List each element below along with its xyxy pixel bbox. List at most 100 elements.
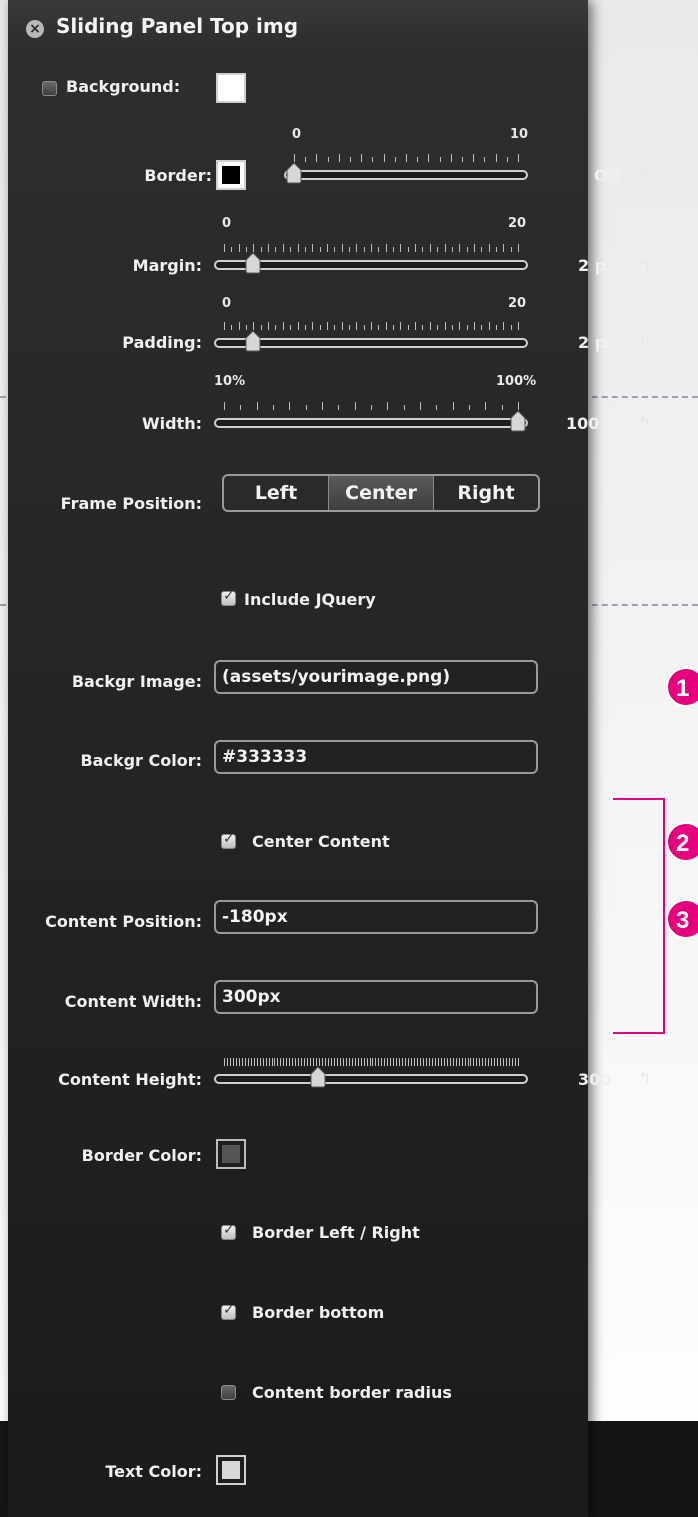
slider-tick — [253, 1058, 255, 1066]
content-border-radius-checkbox[interactable] — [221, 1385, 236, 1400]
background-checkbox[interactable] — [42, 81, 57, 96]
slider-tick — [336, 1058, 338, 1066]
sliding-panel-inspector: × Sliding Panel Top img Background: 0 10… — [8, 0, 651, 1517]
padding-min-label: 0 — [222, 296, 232, 311]
slider-tick — [500, 1058, 502, 1066]
border-slider[interactable] — [284, 154, 528, 184]
slider-tick — [250, 1058, 252, 1066]
slider-tick — [495, 325, 497, 330]
slider-tick — [479, 1058, 481, 1066]
frame-position-right[interactable]: Right — [434, 476, 538, 510]
center-content-checkbox[interactable]: ✓ — [221, 831, 236, 849]
callout-marker-1: 1 — [666, 667, 698, 707]
border-color-swatch[interactable] — [216, 160, 246, 190]
content-position-field[interactable]: -180px — [214, 900, 538, 934]
close-icon[interactable]: × — [26, 20, 44, 38]
frame-position-segmented-control[interactable]: Left Center Right — [222, 474, 540, 512]
slider-tick — [286, 1058, 288, 1066]
slider-tick — [372, 157, 374, 162]
frame-position-center[interactable]: Center — [329, 476, 434, 510]
slider-tick — [345, 1058, 347, 1066]
slider-tick — [515, 1058, 517, 1066]
slider-track[interactable] — [214, 418, 528, 428]
border-color-swatch[interactable] — [216, 1139, 246, 1169]
margin-label: Margin: — [132, 256, 202, 275]
slider-track[interactable] — [214, 1074, 528, 1084]
text-color-swatch[interactable] — [216, 1455, 246, 1485]
slider-tick — [307, 1058, 309, 1066]
border-color-label: Border Color: — [81, 1146, 202, 1165]
slider-tick — [356, 322, 358, 330]
slider-tick — [495, 154, 497, 162]
backgr-color-field[interactable]: #333333 — [214, 740, 538, 774]
slider-tick — [231, 247, 233, 252]
slider-tick — [501, 405, 503, 410]
margin-slider[interactable] — [214, 244, 528, 274]
slider-tick — [357, 1058, 359, 1066]
slider-tick — [509, 1058, 511, 1066]
slider-tick — [290, 247, 292, 252]
slider-tick — [341, 322, 343, 330]
slider-knob[interactable] — [285, 162, 303, 184]
slider-tick — [422, 325, 424, 330]
slider-tick — [440, 1058, 442, 1066]
width-slider[interactable] — [214, 402, 528, 432]
callout-marker-3: 3 — [666, 899, 698, 939]
slider-tick — [274, 1058, 276, 1066]
backgr-image-label: Backgr Image: — [71, 672, 202, 691]
slider-tick — [330, 1058, 332, 1066]
slider-knob[interactable] — [244, 330, 262, 352]
margin-reset-icon[interactable]: ↰ — [638, 254, 651, 273]
slider-tick — [262, 1058, 264, 1066]
slider-tick — [518, 244, 519, 252]
slider-tick — [473, 322, 475, 330]
border-left-right-checkbox[interactable]: ✓ — [221, 1222, 236, 1240]
width-reset-icon[interactable]: ↰ — [638, 412, 651, 431]
slider-tick — [446, 1058, 448, 1066]
slider-knob[interactable] — [509, 410, 527, 432]
slider-tick — [408, 1058, 410, 1066]
panel-titlebar[interactable]: × Sliding Panel Top img — [8, 0, 588, 56]
content-border-radius-label: Content border radius — [252, 1383, 452, 1402]
slider-tick — [462, 157, 463, 162]
slider-tick — [512, 1058, 514, 1066]
include-jquery-checkbox[interactable]: ✓ — [221, 588, 236, 606]
slider-tick — [518, 322, 519, 330]
slider-tick — [488, 322, 490, 330]
slider-knob[interactable] — [309, 1066, 327, 1088]
border-bottom-checkbox[interactable]: ✓ — [221, 1302, 236, 1320]
border-reset-icon[interactable]: ↰ — [638, 164, 651, 183]
frame-position-left[interactable]: Left — [224, 476, 329, 510]
slider-tick — [470, 1058, 472, 1066]
slider-tick — [417, 1058, 419, 1066]
content-height-slider[interactable] — [214, 1058, 528, 1088]
slider-ticks — [224, 244, 519, 252]
slider-tick — [247, 1058, 249, 1066]
slider-ticks — [224, 322, 519, 330]
background-color-swatch[interactable] — [216, 73, 246, 103]
slider-tick — [268, 1058, 270, 1066]
slider-track[interactable] — [284, 170, 528, 180]
padding-reset-icon[interactable]: ↰ — [638, 332, 651, 351]
slider-tick — [518, 1058, 519, 1066]
slider-tick — [393, 1058, 395, 1066]
slider-tick — [224, 244, 225, 252]
slider-tick — [393, 247, 395, 252]
slider-tick — [378, 1058, 380, 1066]
slider-tick — [417, 157, 419, 162]
slider-tick — [437, 1058, 439, 1066]
backgr-image-field[interactable]: (assets/yourimage.png) — [214, 660, 538, 694]
content-width-field[interactable]: 300px — [214, 980, 538, 1014]
slider-tick — [265, 1058, 267, 1066]
slider-tick — [348, 1058, 350, 1066]
slider-tick — [294, 154, 295, 162]
slider-tick — [439, 157, 441, 162]
slider-tick — [363, 247, 365, 252]
slider-knob[interactable] — [244, 252, 262, 274]
slider-tick — [375, 1058, 377, 1066]
slider-tick — [381, 1058, 383, 1066]
content-height-reset-icon[interactable]: ↰ — [638, 1068, 651, 1087]
margin-max-label: 20 — [508, 216, 527, 231]
padding-slider[interactable] — [214, 322, 528, 352]
text-color-label: Text Color: — [105, 1462, 202, 1481]
